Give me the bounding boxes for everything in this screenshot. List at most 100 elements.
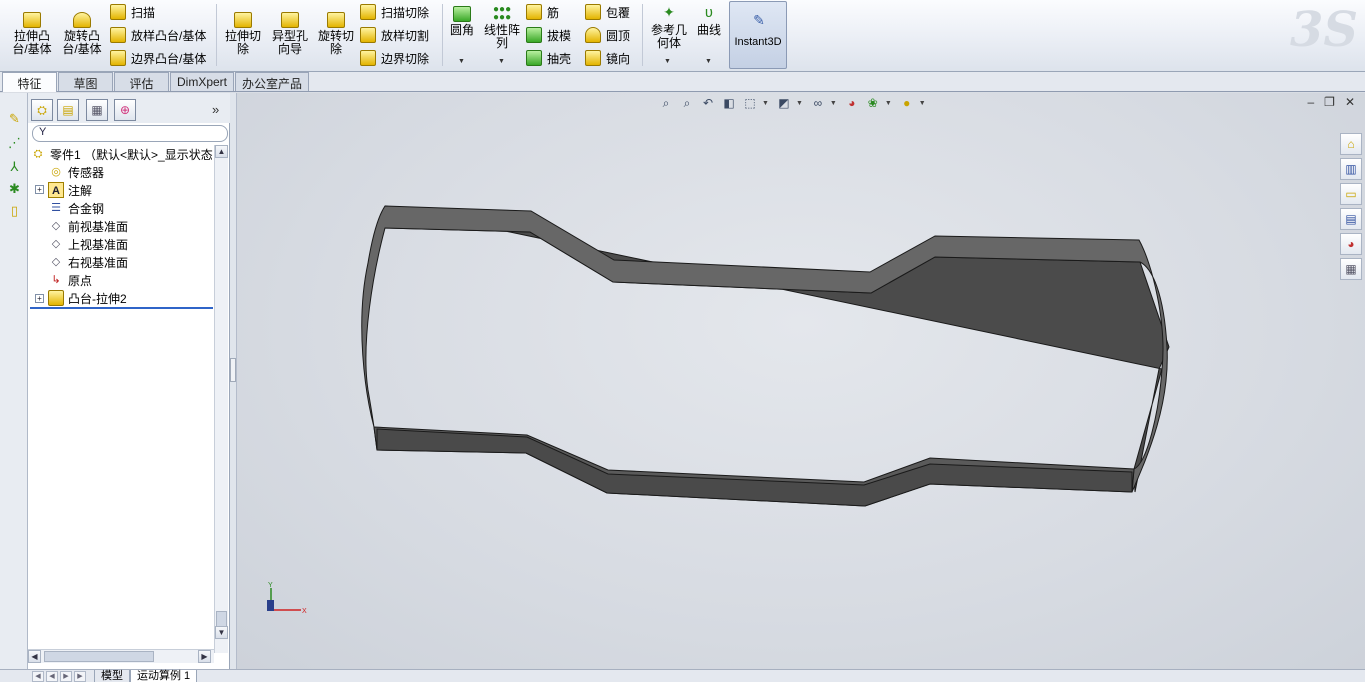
scroll-up-icon[interactable]: ▲ [215, 145, 228, 158]
instant3d-button[interactable]: ✎ Instant3D [729, 1, 787, 69]
tree-item-sensors[interactable]: ◎ 传感器 [48, 163, 104, 181]
feature-manager-tab-icon[interactable]: ⛭ [31, 99, 53, 121]
feature-tree-filter-input[interactable]: Y [32, 125, 228, 142]
tab-sketch[interactable]: 草图 [58, 72, 113, 91]
fillet-dropdown-icon[interactable]: ▼ [458, 58, 465, 65]
sweep-icon [110, 4, 126, 20]
view-palette-icon[interactable]: ▤ [1340, 208, 1362, 230]
tree-item-right-plane[interactable]: ◇ 右视基准面 [48, 253, 128, 271]
file-explorer-folder-icon[interactable]: ▭ [1340, 183, 1362, 205]
feature-manager-tabs: ⛭ ▤ ▦ ⊕ » [28, 93, 230, 123]
point-icon[interactable]: ⅄ [7, 159, 22, 174]
scroll-down-icon[interactable]: ▼ [215, 626, 228, 639]
revolve-boss-button[interactable]: 旋转凸 台/基体 [58, 12, 106, 56]
ref-geometry-dropdown-icon[interactable]: ▼ [664, 58, 671, 65]
tree-item-boss-extrude2[interactable]: 凸台-拉伸2 [48, 289, 127, 307]
tab-evaluate[interactable]: 评估 [114, 72, 169, 91]
feature-tree-vertical-scrollbar[interactable]: ▲ ▼ [214, 145, 228, 653]
tree-item-annotations[interactable]: A 注解 [48, 181, 92, 199]
origin-icon: ↳ [51, 274, 61, 286]
tree-item-label: 前视基准面 [68, 219, 129, 234]
mirror-button[interactable]: 镜向 [585, 49, 630, 67]
extrude-boss-button[interactable]: 拉伸凸 台/基体 [8, 12, 56, 56]
first-tab-icon[interactable]: ◀ [32, 670, 44, 682]
ribbon-separator [216, 4, 217, 66]
feature-tree-horizontal-scrollbar[interactable]: ◀ ▶ [28, 649, 214, 663]
tree-item-label: 原点 [68, 273, 93, 288]
linear-pattern-button[interactable]: ●●● ●●● 线性阵 列 [480, 5, 524, 50]
tree-item-label: 传感器 [68, 165, 105, 180]
curves-label: 曲线 [696, 23, 721, 37]
configuration-manager-tab-icon[interactable]: ▦ [86, 99, 108, 121]
tab-motion-study-1[interactable]: 运动算例 1 [130, 669, 198, 682]
expand-extrude-icon[interactable]: + [35, 294, 44, 303]
tab-office-products[interactable]: 办公室产品 [235, 72, 309, 91]
plane-icon: ◇ [51, 238, 61, 250]
wrap-icon [585, 4, 601, 20]
instant3d-icon: ✎ [753, 12, 765, 28]
wrap-button[interactable]: 包覆 [585, 3, 630, 21]
asterisk-icon[interactable]: ✱ [7, 181, 22, 196]
swept-cut-button[interactable]: 扫描切除 [360, 3, 429, 21]
line-icon[interactable]: ⋰ [7, 135, 22, 150]
revolve-cut-button[interactable]: 旋转切 除 [314, 12, 358, 56]
tree-root-part[interactable]: ⛭ 零件1 （默认<默认>_显示状态 [30, 145, 213, 163]
draft-button[interactable]: 拔模 [526, 26, 571, 44]
extrude-cut-label: 拉伸切 除 [224, 29, 261, 56]
boundary-cut-button[interactable]: 边界切除 [360, 49, 429, 67]
expand-annotations-icon[interactable]: + [35, 185, 44, 194]
magnet-icon[interactable]: ▯ [7, 203, 22, 218]
rib-label: 筋 [547, 5, 560, 20]
solidworks-logo: 3S [1290, 2, 1359, 58]
panel-splitter[interactable] [230, 93, 237, 669]
loft-boss-label: 放样凸台/基体 [131, 28, 207, 43]
prev-tab-icon[interactable]: ◀ [46, 670, 58, 682]
scroll-thumb[interactable] [44, 651, 154, 662]
scroll-right-icon[interactable]: ▶ [198, 650, 211, 663]
sweep-button[interactable]: 扫描 [110, 3, 155, 21]
custom-properties-icon[interactable]: ▦ [1340, 258, 1362, 280]
shell-button[interactable]: 抽壳 [526, 49, 571, 67]
curves-button[interactable]: ʋ 曲线 [694, 5, 724, 37]
tree-item-top-plane[interactable]: ◇ 上视基准面 [48, 235, 128, 253]
part-model-view[interactable] [237, 93, 1365, 669]
scroll-left-icon[interactable]: ◀ [28, 650, 41, 663]
rib-button[interactable]: 筋 [526, 3, 559, 21]
lofted-cut-button[interactable]: 放样切割 [360, 26, 429, 44]
reference-geometry-button[interactable]: ✦ 参考几 何体 [646, 5, 692, 50]
lofted-cut-icon [360, 27, 376, 43]
last-tab-icon[interactable]: ▶ [74, 670, 86, 682]
pattern-dropdown-icon[interactable]: ▼ [498, 58, 505, 65]
rollback-bar[interactable] [30, 307, 213, 309]
more-tabs-icon[interactable]: » [212, 102, 219, 117]
hole-wizard-icon [281, 12, 299, 28]
tree-item-label: 合金钢 [68, 201, 105, 216]
hole-wizard-button[interactable]: 异型孔 向导 [266, 12, 314, 56]
loft-boss-button[interactable]: 放样凸台/基体 [110, 26, 206, 44]
solidworks-resources-home-icon[interactable]: ⌂ [1340, 133, 1362, 155]
property-manager-tab-icon[interactable]: ▤ [57, 99, 79, 121]
tree-item-material[interactable]: ☰ 合金钢 [48, 199, 104, 217]
next-tab-icon[interactable]: ▶ [60, 670, 72, 682]
dome-button[interactable]: 圆顶 [585, 26, 630, 44]
triad-y-label: Y [268, 582, 273, 589]
dimxpert-manager-tab-icon[interactable]: ⊕ [114, 99, 136, 121]
curves-dropdown-icon[interactable]: ▼ [705, 58, 712, 65]
design-library-icon[interactable]: ▥ [1340, 158, 1362, 180]
tree-item-origin[interactable]: ↳ 原点 [48, 271, 92, 289]
extrude-cut-button[interactable]: 拉伸切 除 [220, 12, 266, 56]
plane-icon: ◇ [51, 256, 61, 268]
boundary-boss-button[interactable]: 边界凸台/基体 [110, 49, 206, 67]
appearances-scenes-icon[interactable]: ◕ [1340, 233, 1362, 255]
triad-x-label: X [302, 608, 307, 615]
tab-features[interactable]: 特征 [2, 72, 57, 92]
sketch-pencil-icon[interactable]: ✎ [7, 111, 22, 126]
tab-dimxpert[interactable]: DimXpert [170, 72, 234, 91]
splitter-grip-icon[interactable] [230, 358, 236, 382]
graphics-area[interactable]: ⌕ ⌕ ↶ ◧ ⬚ ▼ ◩ ▼ ∞ ▼ ◕ ❀ ▼ ● ▼ – ❐ ✕ ⌂ ▥ ▭ ▤ ◕… [237, 93, 1365, 669]
tab-model[interactable]: 模型 [94, 669, 130, 682]
bottom-model-tabs: ◀ ◀ ▶ ▶ 模型 运动算例 1 [0, 669, 1365, 682]
annotation-icon: A [48, 182, 64, 198]
tree-item-front-plane[interactable]: ◇ 前视基准面 [48, 217, 128, 235]
fillet-button[interactable]: 圆角 [446, 6, 478, 37]
